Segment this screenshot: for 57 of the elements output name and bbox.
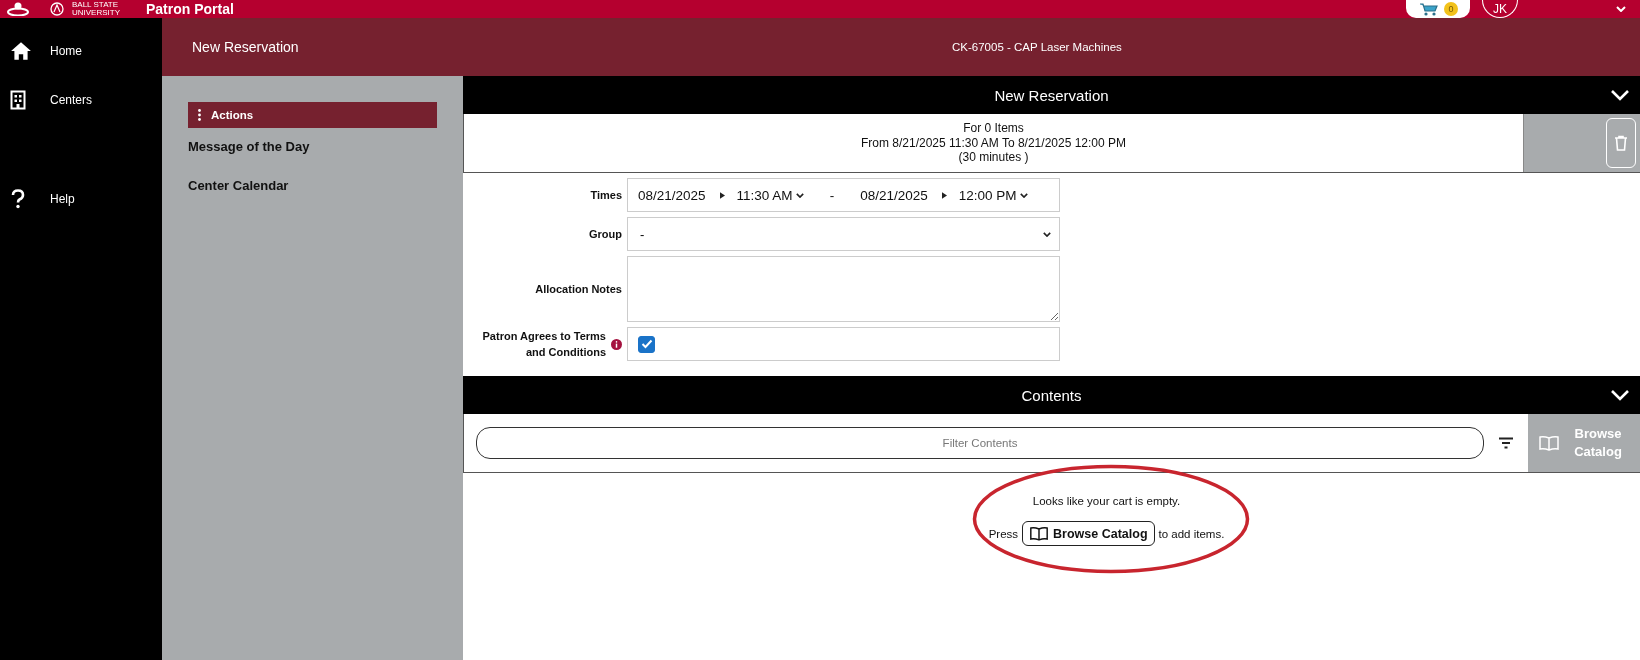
summary-line: From 8/21/2025 11:30 AM To 8/21/2025 12:00 PM [860,135,1127,151]
actions-title: Actions [211,109,254,121]
cart-button[interactable]: 0 [1406,0,1470,18]
page-title: New Reservation [192,39,300,55]
cart-count-badge: 0 [1444,2,1458,16]
actions-header[interactable]: Actions [188,102,437,128]
chevron-down-icon[interactable] [1610,89,1630,101]
section-header[interactable]: New Reservation [463,76,1640,114]
summary-line: (30 minutes ) [958,150,1029,165]
trash-icon [1614,135,1628,151]
caret-icon [1043,231,1051,237]
time-select[interactable]: 12:00 PM [958,187,1028,203]
book-icon [1538,435,1560,451]
date-input[interactable]: 08/21/2025 [638,187,706,203]
book-icon [1029,526,1050,541]
section-title: Contents [1021,386,1082,404]
nav-item[interactable]: Help [50,192,75,206]
picker-arrow-icon[interactable] [719,191,725,199]
terms-checkbox[interactable] [638,335,655,353]
picker-arrow-icon[interactable] [941,191,947,199]
home-icon[interactable] [10,41,32,61]
field-label: Allocation Notes [535,282,622,297]
empty-cart-message: Looks like your cart is empty. [1032,495,1181,507]
caret-icon [795,192,804,198]
filter-icon[interactable] [1498,437,1514,449]
cart-icon [1418,2,1440,16]
browse-catalog-button[interactable]: Browse Catalog [1022,521,1155,546]
info-icon[interactable] [611,338,622,350]
action-link[interactable]: Message of the Day [188,134,310,159]
section-title: New Reservation [994,86,1109,104]
center-name: CK-67005 - CAP Laser Machines [952,41,1122,53]
instruction-text: Press [988,527,1019,540]
portal-title: Patron Portal [146,1,234,17]
help-icon[interactable] [10,189,26,209]
notes-field[interactable] [627,256,1060,322]
chevron-down-icon[interactable] [1610,389,1630,401]
field-label: Group [589,227,622,242]
field-label: Patron Agrees to Terms and Conditions [481,329,606,360]
instruction-text: to add items. [1158,527,1225,540]
date-input[interactable]: 08/21/2025 [860,187,928,203]
caret-icon [1019,192,1028,198]
caret-icon[interactable] [1616,6,1626,12]
time-select[interactable]: 11:30 AM [736,187,804,203]
range-separator: - [829,187,835,203]
field-label: Times [590,188,622,203]
kebab-icon [198,109,201,121]
building-icon[interactable] [10,90,26,110]
action-link[interactable]: Center Calendar [188,173,289,198]
nav-item[interactable]: Home [50,44,82,58]
seal-icon [50,2,64,16]
filter-field[interactable]: Filter Contents [476,427,1484,459]
university-name: BALL STATE UNIVERSITY [72,1,121,17]
summary-line: For 0 Items [963,121,1024,136]
section-header[interactable]: Contents [463,376,1640,414]
nav-item[interactable]: Centers [50,93,93,107]
logo-icon [6,2,30,16]
group-select[interactable]: - [627,217,1060,251]
